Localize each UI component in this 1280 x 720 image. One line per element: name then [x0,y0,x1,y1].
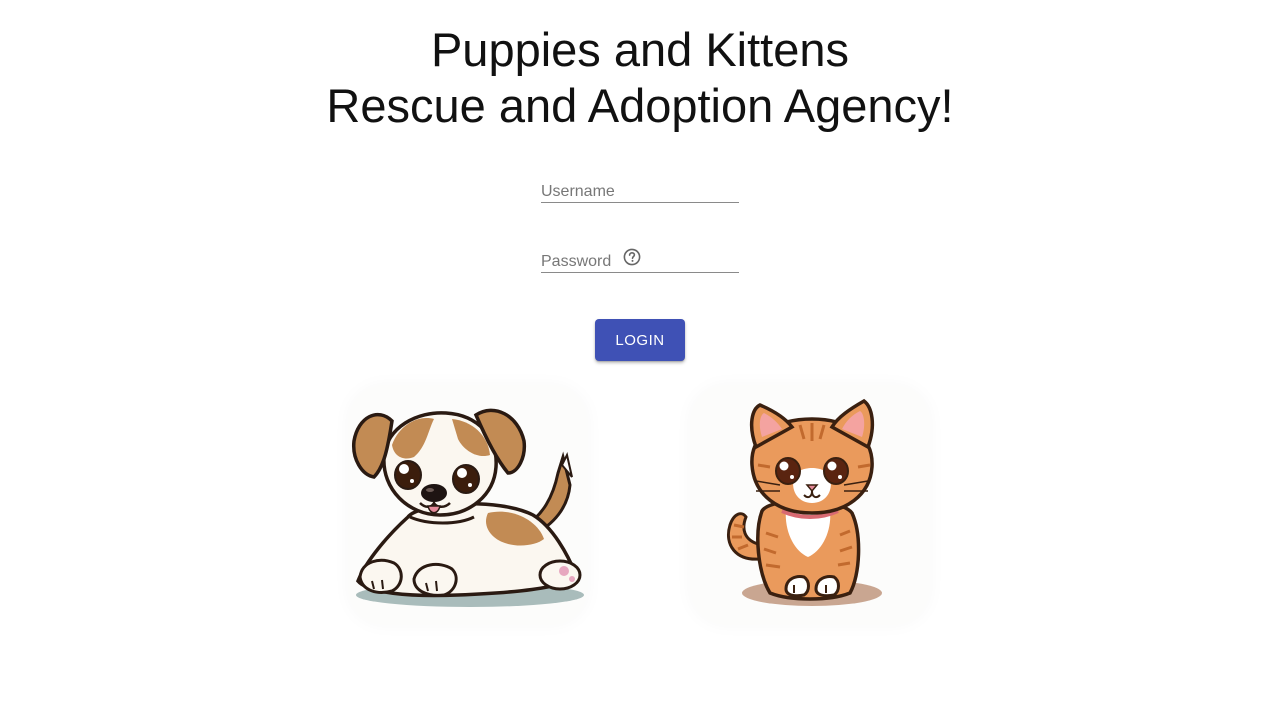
page-title: Puppies and Kittens Rescue and Adoption … [0,22,1280,134]
username-field[interactable]: Username [541,176,739,203]
username-input[interactable] [541,176,739,202]
help-circle-icon[interactable] [623,248,641,266]
login-button[interactable]: LOGIN [595,319,685,361]
page-title-line-2: Rescue and Adoption Agency! [326,79,954,132]
kitten-image [690,385,930,625]
puppy-image [348,385,588,625]
page-title-line-1: Puppies and Kittens [430,23,850,76]
login-page: Puppies and Kittens Rescue and Adoption … [0,0,1280,720]
password-field[interactable]: Password [541,246,739,273]
